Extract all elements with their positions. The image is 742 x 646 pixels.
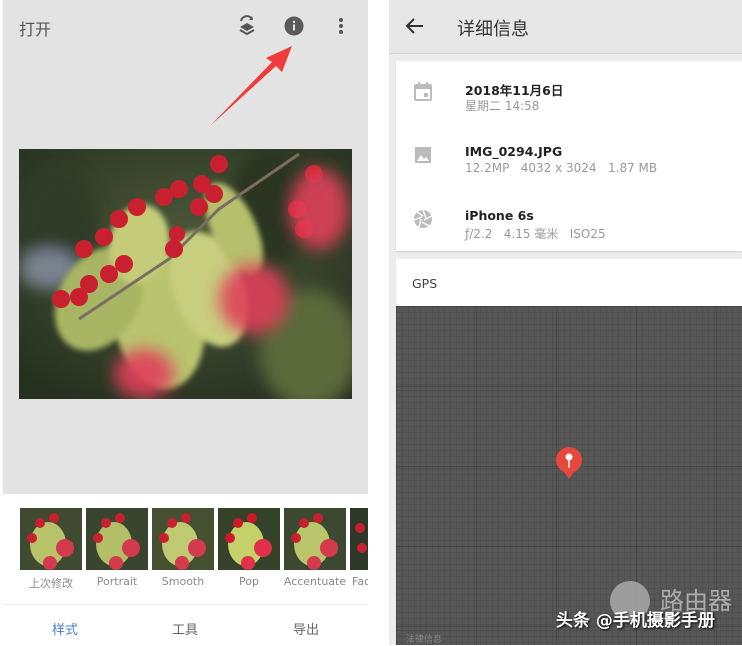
layers-swap-icon[interactable] — [235, 14, 259, 38]
details-header: 详细信息 — [389, 0, 742, 54]
styles-strip[interactable]: 上次修改 Portrait Smooth Pop Accentuate Fac — [3, 494, 368, 604]
exposure-specs: ƒ/2.2 4.15 毫米 ISO25 — [465, 227, 606, 241]
open-button[interactable]: 打开 — [19, 16, 51, 40]
file-row: IMG_0294.JPG 12.2MP 4032 x 3024 1.87 MB — [396, 128, 742, 188]
gps-label: GPS — [412, 276, 438, 291]
details-panel: 详细信息 2018年11月6日 星期二 14:58 IMG_0294.JPG 1… — [389, 0, 742, 645]
red-annotation-arrow-icon — [210, 46, 292, 126]
bottom-tab-bar: 样式 工具 导出 — [3, 604, 368, 646]
style-label: 上次修改 — [29, 577, 73, 590]
style-label: Accentuate — [283, 575, 347, 588]
back-arrow-icon[interactable] — [403, 14, 427, 38]
file-name: IMG_0294.JPG — [465, 144, 563, 159]
weekday-time-text: 星期二 14:58 — [465, 99, 540, 113]
gps-card: GPS 法律信息 路由器 头条 @手机摄影手册 — [396, 259, 742, 645]
watermark-source: 头条 @手机摄影手册 — [556, 611, 715, 631]
details-card: 2018年11月6日 星期二 14:58 IMG_0294.JPG 12.2MP… — [396, 61, 742, 251]
style-thumbnail[interactable] — [218, 508, 280, 570]
style-label: Smooth — [161, 575, 205, 588]
file-specs: 12.2MP 4032 x 3024 1.87 MB — [465, 161, 658, 175]
style-label: Portrait — [96, 575, 138, 588]
gps-map[interactable]: 法律信息 路由器 头条 @手机摄影手册 — [396, 306, 742, 645]
style-thumbnail[interactable] — [20, 508, 82, 570]
photo-preview[interactable] — [19, 149, 352, 399]
style-thumbnail[interactable] — [86, 508, 148, 570]
date-row: 2018年11月6日 星期二 14:58 — [396, 64, 742, 124]
style-thumbnail[interactable] — [152, 508, 214, 570]
aperture-icon — [412, 208, 434, 230]
style-thumbnail[interactable] — [284, 508, 346, 570]
style-label: Fac — [352, 575, 368, 588]
editor-canvas-area: 打开 — [3, 0, 368, 494]
map-pin-icon[interactable] — [554, 446, 584, 480]
tab-styles[interactable]: 样式 — [25, 619, 105, 638]
info-icon[interactable] — [282, 14, 306, 38]
snapseed-editor-panel: 打开 上次修改 Portrait Smooth Pop Accentuate F… — [3, 0, 368, 645]
calendar-icon — [412, 80, 434, 102]
style-label: Pop — [239, 575, 259, 588]
map-legal-link[interactable]: 法律信息 — [406, 632, 442, 645]
more-vert-icon[interactable] — [329, 14, 353, 38]
image-icon — [412, 144, 434, 166]
style-thumbnail[interactable] — [350, 508, 368, 570]
camera-row: iPhone 6s ƒ/2.2 4.15 毫米 ISO25 — [396, 192, 742, 252]
tab-tools[interactable]: 工具 — [145, 619, 225, 638]
tab-export[interactable]: 导出 — [266, 619, 346, 638]
camera-model: iPhone 6s — [465, 208, 534, 223]
page-title: 详细信息 — [457, 19, 529, 40]
